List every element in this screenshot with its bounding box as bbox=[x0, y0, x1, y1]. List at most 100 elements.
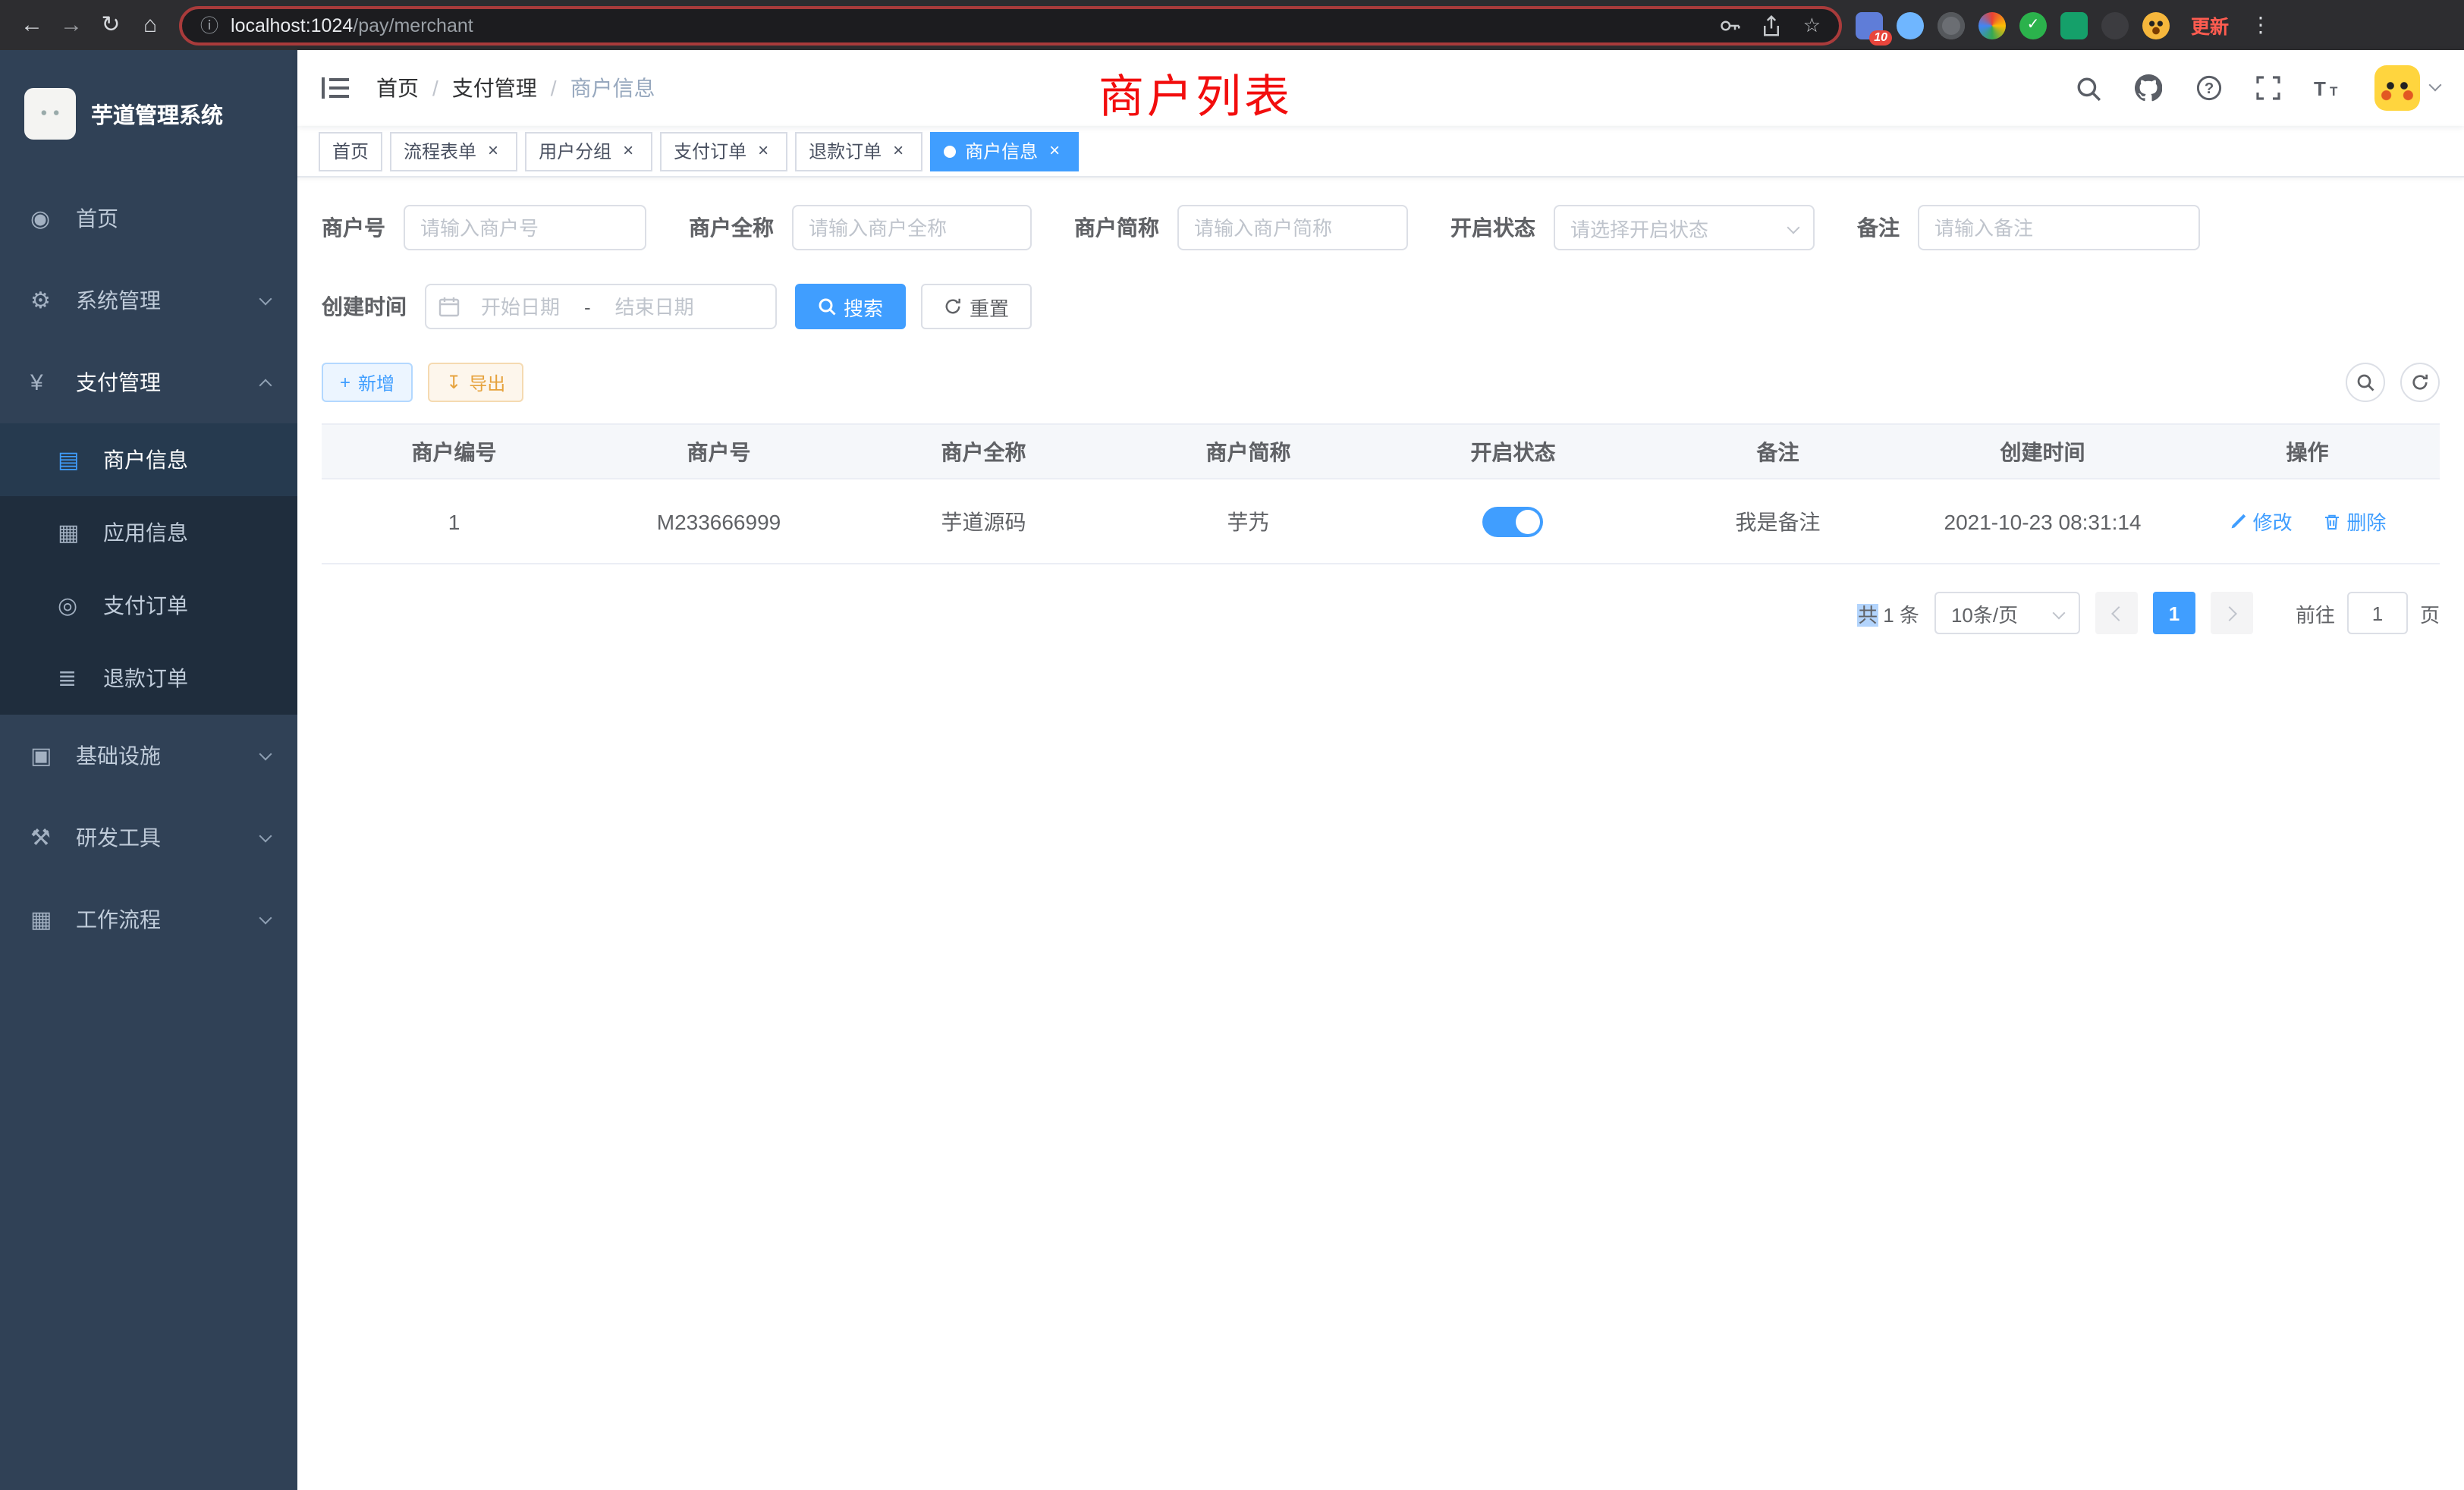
remark-label: 备注 bbox=[1857, 212, 1900, 243]
font-size-icon[interactable]: TT bbox=[2314, 76, 2341, 100]
tab-refund-orders[interactable]: 退款订单 bbox=[795, 131, 922, 171]
profile-avatar-icon[interactable] bbox=[2142, 11, 2170, 39]
github-icon[interactable] bbox=[2135, 74, 2162, 102]
bookmark-star-icon[interactable]: ☆ bbox=[1803, 13, 1821, 37]
extension-icon[interactable] bbox=[1978, 11, 2006, 39]
col-merchant-id: 商户编号 bbox=[322, 424, 586, 479]
tab-process-form[interactable]: 流程表单 bbox=[390, 131, 517, 171]
back-button[interactable]: ← bbox=[12, 0, 52, 50]
breadcrumb-separator bbox=[551, 76, 557, 100]
close-tab-icon[interactable] bbox=[888, 140, 909, 162]
breadcrumb-current: 商户信息 bbox=[570, 73, 655, 103]
close-tab-icon[interactable] bbox=[618, 140, 639, 162]
sidebar-item-refund-orders[interactable]: ≣ 退款订单 bbox=[0, 642, 297, 715]
url-bar[interactable]: ⓘ localhost:1024/pay/merchant ☆ bbox=[179, 5, 1842, 45]
pagination-goto: 前往 页 bbox=[2296, 592, 2440, 634]
tab-user-group[interactable]: 用户分组 bbox=[525, 131, 652, 171]
sidebar-item-dev-tools[interactable]: ⚒ 研发工具 bbox=[0, 797, 297, 879]
extension-icon[interactable]: ✓ bbox=[2019, 11, 2047, 39]
browser-update-button[interactable]: 更新 bbox=[2191, 11, 2229, 39]
breadcrumb-payment[interactable]: 支付管理 bbox=[452, 73, 537, 103]
full-name-input[interactable] bbox=[792, 205, 1032, 250]
page-annotation: 商户列表 bbox=[1098, 59, 1293, 126]
close-tab-icon[interactable] bbox=[482, 140, 504, 162]
reset-button[interactable]: 重置 bbox=[921, 284, 1032, 329]
share-icon[interactable] bbox=[1762, 14, 1782, 36]
merchant-no-label: 商户号 bbox=[322, 212, 385, 243]
export-button[interactable]: ↧ 导出 bbox=[428, 363, 523, 402]
add-button[interactable]: + 新增 bbox=[322, 363, 413, 402]
goto-page-input[interactable] bbox=[2347, 592, 2408, 634]
extension-icon[interactable] bbox=[1897, 11, 1924, 39]
refresh-table-button[interactable] bbox=[2400, 363, 2440, 402]
user-menu[interactable] bbox=[2374, 65, 2440, 111]
grid-icon: ▦ bbox=[58, 519, 94, 546]
merchant-table: 商户编号 商户号 商户全称 商户简称 开启状态 备注 创建时间 操作 1 bbox=[322, 423, 2440, 564]
toggle-search-button[interactable] bbox=[2346, 363, 2385, 402]
extension-icon[interactable] bbox=[1938, 11, 1965, 39]
tab-merchant-info[interactable]: 商户信息 bbox=[930, 131, 1079, 171]
sidebar-item-pay-orders[interactable]: ◎ 支付订单 bbox=[0, 569, 297, 642]
search-icon[interactable] bbox=[2076, 75, 2101, 101]
forward-button[interactable]: → bbox=[52, 0, 91, 50]
navbar-actions: ? TT bbox=[2076, 65, 2440, 111]
next-page-button[interactable] bbox=[2211, 592, 2253, 634]
pagination: 共 1 条 10条/页 1 前往 页 bbox=[322, 592, 2440, 634]
date-separator: - bbox=[581, 295, 594, 318]
app-logo[interactable]: 芋道管理系统 bbox=[0, 50, 297, 178]
create-time-label: 创建时间 bbox=[322, 291, 407, 322]
chevron-down-icon bbox=[259, 747, 272, 760]
tab-home[interactable]: 首页 bbox=[319, 131, 382, 171]
fullscreen-icon[interactable] bbox=[2256, 76, 2280, 100]
sidebar-item-payment[interactable]: ¥ 支付管理 bbox=[0, 341, 297, 423]
extensions-puzzle-icon[interactable]: 10 bbox=[1856, 11, 1883, 39]
sidebar-item-system[interactable]: ⚙ 系统管理 bbox=[0, 259, 297, 341]
status-select[interactable]: 请选择开启状态 bbox=[1554, 205, 1815, 250]
goto-unit-label: 页 bbox=[2420, 599, 2440, 627]
search-button[interactable]: 搜索 bbox=[795, 284, 906, 329]
sidebar-item-infrastructure[interactable]: ▣ 基础设施 bbox=[0, 715, 297, 797]
logo-image bbox=[24, 88, 76, 140]
breadcrumb-home[interactable]: 首页 bbox=[376, 73, 419, 103]
site-info-icon[interactable]: ⓘ bbox=[200, 12, 218, 38]
prev-page-button[interactable] bbox=[2095, 592, 2138, 634]
extension-icon[interactable] bbox=[2101, 11, 2129, 39]
browser-menu-icon[interactable]: ⋮ bbox=[2244, 12, 2277, 38]
sidebar-item-merchant-info[interactable]: ▤ 商户信息 bbox=[0, 423, 297, 496]
page-number-button[interactable]: 1 bbox=[2153, 592, 2195, 634]
navbar: 首页 支付管理 商户信息 商户列表 ? bbox=[297, 50, 2464, 126]
date-range-picker[interactable]: - bbox=[425, 284, 777, 329]
home-button[interactable]: ⌂ bbox=[130, 0, 170, 50]
page-size-select[interactable]: 10条/页 bbox=[1934, 592, 2080, 634]
sidebar-toggle-icon[interactable] bbox=[322, 76, 349, 100]
url-path: /pay/merchant bbox=[353, 14, 473, 36]
workflow-icon: ▦ bbox=[30, 906, 67, 933]
extension-badge: 10 bbox=[1869, 30, 1892, 45]
sidebar-item-app-info[interactable]: ▦ 应用信息 bbox=[0, 496, 297, 569]
help-icon[interactable]: ? bbox=[2195, 74, 2223, 102]
status-toggle[interactable] bbox=[1483, 506, 1544, 536]
short-name-input[interactable] bbox=[1177, 205, 1408, 250]
merchant-no-input[interactable] bbox=[404, 205, 646, 250]
filter-row-1: 商户号 商户全称 商户简称 开启状态 请选择开启状态 bbox=[322, 205, 2440, 250]
end-date-input[interactable] bbox=[597, 295, 712, 318]
edit-button[interactable]: 修改 bbox=[2229, 507, 2293, 536]
active-tab-dot bbox=[944, 145, 956, 157]
sidebar-item-workflow[interactable]: ▦ 工作流程 bbox=[0, 879, 297, 960]
password-key-icon[interactable] bbox=[1720, 14, 1741, 36]
col-actions: 操作 bbox=[2175, 424, 2440, 479]
status-label: 开启状态 bbox=[1450, 212, 1535, 243]
extension-icon[interactable] bbox=[2060, 11, 2088, 39]
close-tab-icon[interactable] bbox=[753, 140, 774, 162]
url-text[interactable]: localhost:1024/pay/merchant bbox=[231, 14, 1699, 36]
close-tab-icon[interactable] bbox=[1044, 140, 1065, 162]
reload-button[interactable]: ↻ bbox=[91, 0, 130, 50]
table-toolbar: + 新增 ↧ 导出 bbox=[322, 363, 2440, 402]
delete-button[interactable]: 删除 bbox=[2322, 507, 2386, 536]
cell-actions: 修改 删除 bbox=[2175, 479, 2440, 564]
tab-pay-orders[interactable]: 支付订单 bbox=[660, 131, 787, 171]
document-icon: ≣ bbox=[58, 665, 94, 692]
start-date-input[interactable] bbox=[463, 295, 578, 318]
remark-input[interactable] bbox=[1918, 205, 2200, 250]
sidebar-item-home[interactable]: ◉ 首页 bbox=[0, 178, 297, 259]
